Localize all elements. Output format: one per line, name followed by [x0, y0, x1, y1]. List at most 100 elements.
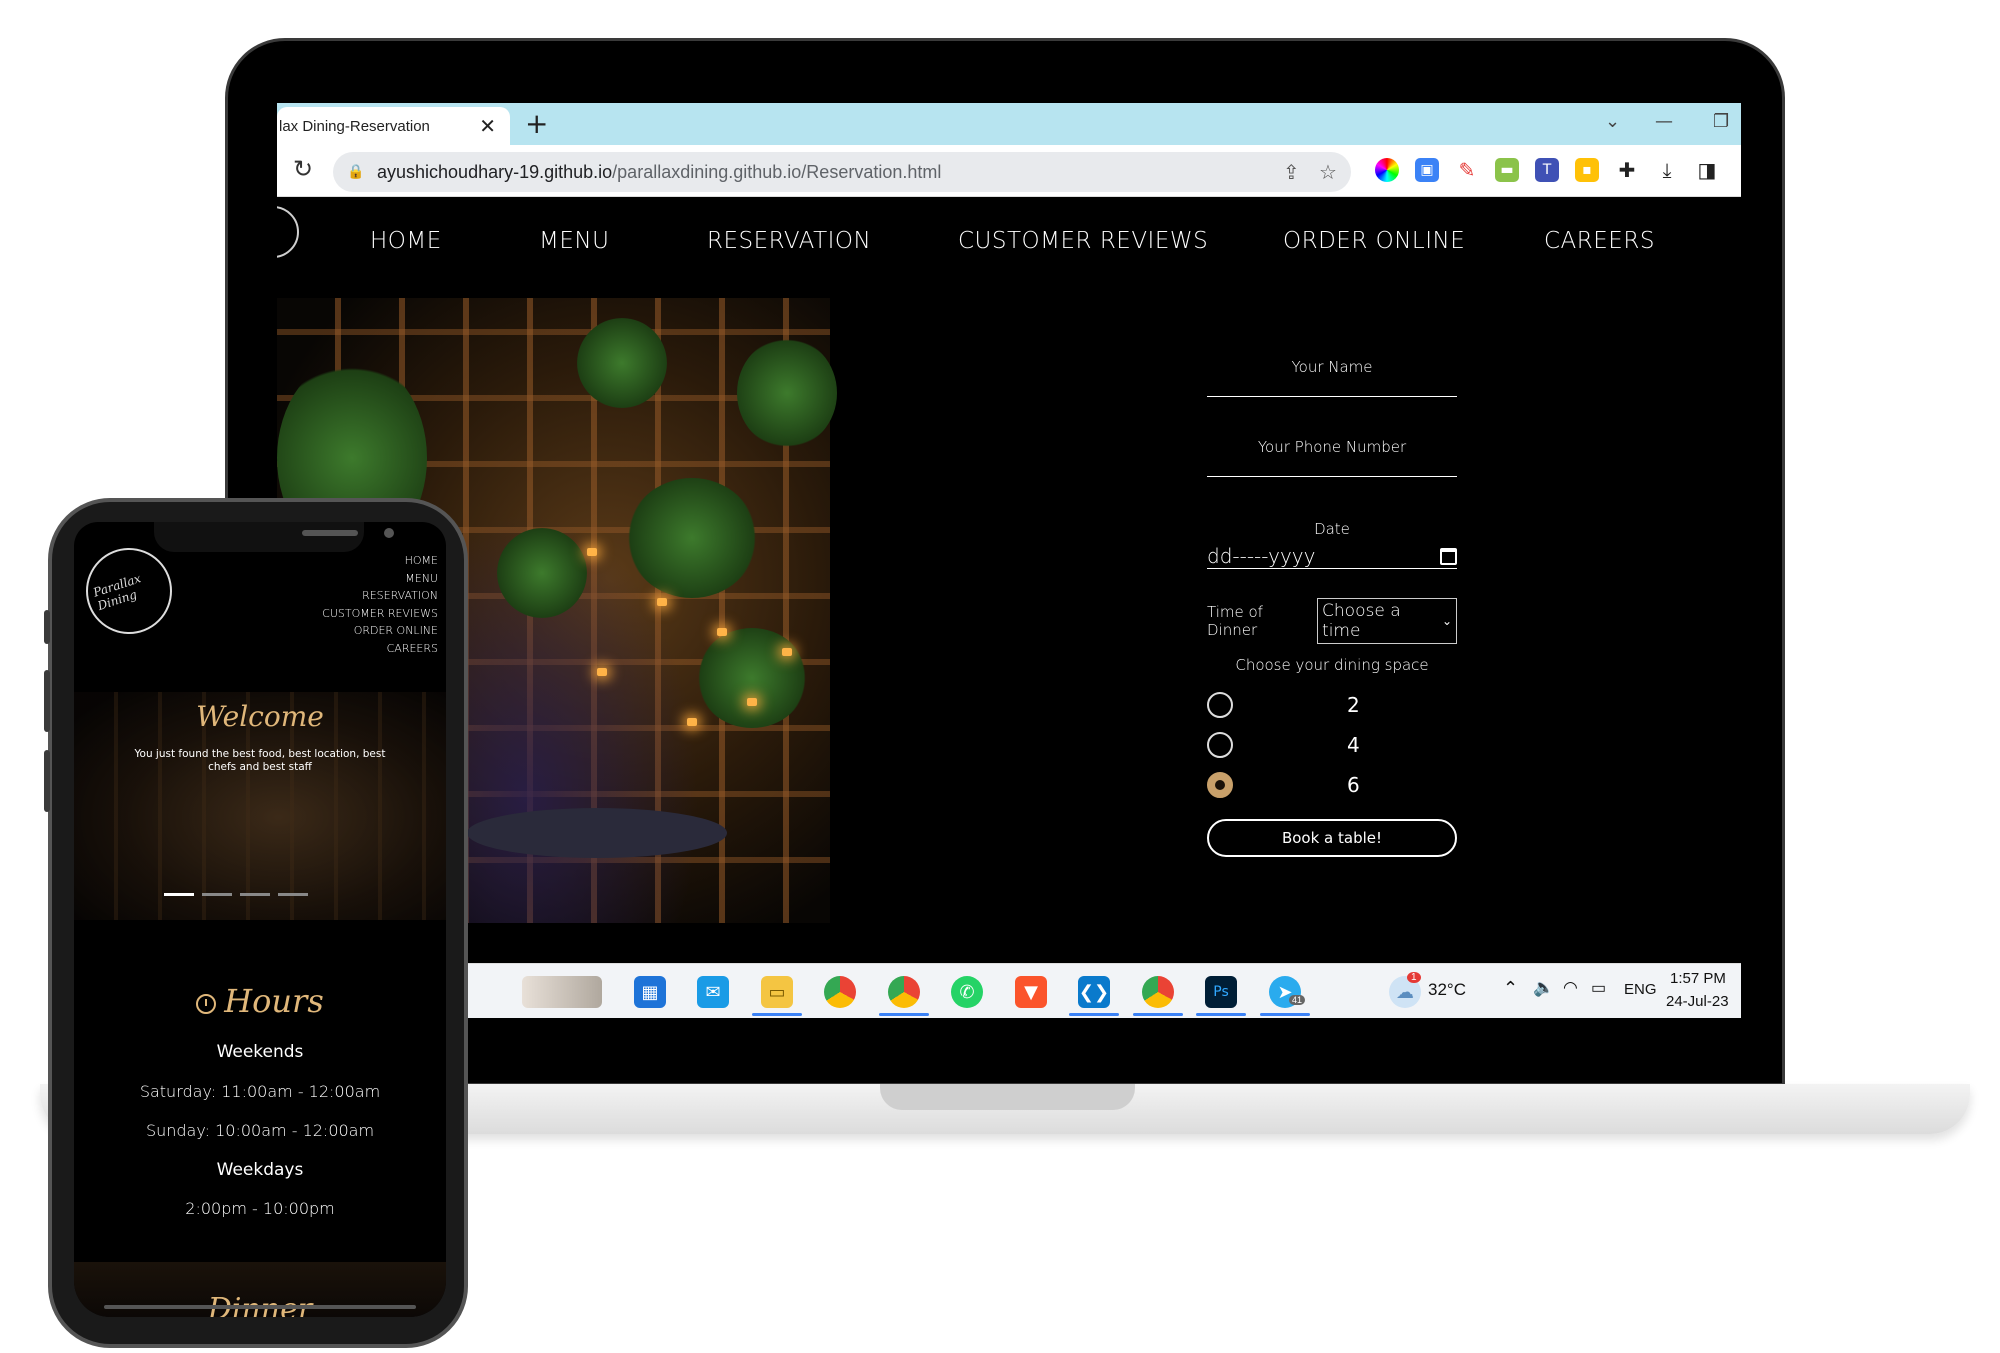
- date-input[interactable]: dd-----yyyy: [1207, 544, 1457, 568]
- side-panel-icon[interactable]: ◨: [1695, 158, 1719, 182]
- mail-icon[interactable]: ✉: [697, 976, 729, 1008]
- lock-icon: 🔒: [347, 164, 365, 180]
- radio-label: 4: [1347, 733, 1360, 757]
- clock-date[interactable]: 24-Jul-23: [1666, 993, 1729, 1010]
- weekends-label: Weekends: [216, 1042, 304, 1062]
- extensions-puzzle-icon[interactable]: ✚: [1615, 158, 1639, 182]
- radio-button[interactable]: [1207, 732, 1233, 758]
- telegram-badge: 41: [1289, 995, 1306, 1005]
- store-icon[interactable]: ▦: [634, 976, 666, 1008]
- chevron-down-icon: ⌄: [1441, 614, 1452, 628]
- keep-extension-icon[interactable]: ▪: [1575, 158, 1599, 182]
- phone-nav-careers[interactable]: CAREERS: [322, 640, 438, 658]
- calendar-icon[interactable]: [1440, 547, 1457, 565]
- radio-option-4[interactable]: 4: [1207, 725, 1457, 765]
- weather-badge: 1: [1407, 972, 1421, 983]
- saturday-hours: Saturday: 11:00am - 12:00am: [139, 1082, 381, 1101]
- slider-indicators[interactable]: [164, 893, 308, 896]
- phone-hero-slider[interactable]: Welcome You just found the best food, be…: [74, 692, 446, 920]
- time-label: Time of Dinner: [1207, 603, 1263, 639]
- photoshop-icon[interactable]: Ps: [1205, 976, 1237, 1008]
- date-label: Date: [1314, 520, 1350, 538]
- radio-option-2[interactable]: 2: [1207, 685, 1457, 725]
- book-table-button[interactable]: Book a table!: [1207, 819, 1457, 857]
- home-indicator[interactable]: [104, 1305, 416, 1309]
- chevron-down-icon[interactable]: ⌄: [1605, 111, 1620, 132]
- phone-side-button: [44, 670, 50, 732]
- radio-option-6[interactable]: 6: [1207, 765, 1457, 805]
- phone-nav-menu[interactable]: MENU: [322, 570, 438, 588]
- nav-reservation[interactable]: RESERVATION: [707, 228, 871, 254]
- language-indicator[interactable]: ENG: [1624, 981, 1657, 998]
- pen-extension-icon[interactable]: ✎: [1455, 158, 1479, 182]
- phone-field[interactable]: Your Phone Number: [1207, 438, 1457, 477]
- dining-space-label: Choose your dining space: [1235, 656, 1429, 674]
- browser-tabbar: lax Dining-Reservation ✕ + ⌄ — ❐: [277, 103, 1741, 145]
- welcome-heading: Welcome: [196, 700, 324, 733]
- windows-taskbar: ▦ ✉ ▭ ✆ ▼ ❮❯ Ps ➤ 41 ☁ 1 32°C ⌃ 🔈 ◠ ▭ EN…: [277, 963, 1741, 1018]
- weekdays-label: Weekdays: [216, 1160, 304, 1180]
- site-logo[interactable]: [277, 206, 299, 258]
- speaker-icon[interactable]: 🔈: [1533, 978, 1554, 998]
- battery-icon[interactable]: ▭: [1591, 978, 1606, 998]
- weather-temp[interactable]: 32°C: [1428, 980, 1466, 1000]
- clock-time[interactable]: 1:57 PM: [1670, 970, 1726, 987]
- translate-extension-icon[interactable]: T: [1535, 158, 1559, 182]
- nav-careers[interactable]: CAREERS: [1544, 228, 1655, 254]
- url-text: ayushichoudhary-19.github.io/parallaxdin…: [377, 162, 941, 183]
- restore-icon[interactable]: ❐: [1713, 111, 1729, 132]
- phone-nav-order-online[interactable]: ORDER ONLINE: [322, 622, 438, 640]
- tab-title: lax Dining-Reservation: [279, 117, 430, 135]
- download-icon[interactable]: ⤓: [1655, 158, 1679, 182]
- phone-nav-customer-reviews[interactable]: CUSTOMER REVIEWS: [322, 605, 438, 623]
- reload-icon[interactable]: ↻: [293, 155, 313, 183]
- radio-button-selected[interactable]: [1207, 772, 1233, 798]
- weekdays-hours: 2:00pm - 10:00pm: [185, 1199, 335, 1218]
- share-icon[interactable]: ⇪: [1283, 160, 1300, 184]
- phone-screen: Parallax Dining HOME MENU RESERVATION CU…: [74, 522, 446, 1317]
- time-select[interactable]: Choose a time ⌄: [1317, 598, 1457, 644]
- color-picker-extension-icon[interactable]: [1375, 158, 1399, 182]
- chrome-profile-icon[interactable]: [824, 976, 856, 1008]
- phone-side-button: [44, 610, 50, 644]
- phone-side-button: [44, 750, 50, 812]
- phone-notch: [154, 522, 394, 552]
- new-tab-button[interactable]: +: [525, 107, 548, 140]
- nav-menu[interactable]: MENU: [539, 228, 609, 254]
- url-path: /parallaxdining.github.io/Reservation.ht…: [612, 161, 942, 182]
- name-field[interactable]: Your Name: [1207, 358, 1457, 397]
- minimize-icon[interactable]: —: [1655, 111, 1673, 132]
- phone-nav: HOME MENU RESERVATION CUSTOMER REVIEWS O…: [322, 552, 438, 657]
- website: HOME MENU RESERVATION CUSTOMER REVIEWS O…: [277, 198, 1741, 963]
- hours-title-text: Hours: [224, 982, 324, 1020]
- phone-site-logo[interactable]: Parallax Dining: [86, 548, 172, 634]
- brave-icon[interactable]: ▼: [1015, 976, 1047, 1008]
- radio-label: 2: [1347, 693, 1360, 717]
- vscode-icon[interactable]: ❮❯: [1078, 976, 1110, 1008]
- close-icon[interactable]: ✕: [479, 114, 496, 138]
- notes-extension-icon[interactable]: ▬: [1495, 158, 1519, 182]
- clock-icon: [196, 993, 217, 1014]
- laptop-screen: lax Dining-Reservation ✕ + ⌄ — ❐ ↻ 🔒 ayu…: [277, 103, 1741, 1018]
- phone-nav-home[interactable]: HOME: [322, 552, 438, 570]
- whatsapp-icon[interactable]: ✆: [951, 976, 983, 1008]
- phone-nav-reservation[interactable]: RESERVATION: [322, 587, 438, 605]
- star-icon[interactable]: ☆: [1319, 160, 1337, 184]
- address-bar[interactable]: 🔒 ayushichoudhary-19.github.io/parallaxd…: [333, 152, 1351, 192]
- chrome-active-icon[interactable]: [888, 976, 920, 1008]
- hours-heading: Hours: [74, 982, 446, 1020]
- chrome-icon[interactable]: [1142, 976, 1174, 1008]
- file-explorer-icon[interactable]: ▭: [761, 976, 793, 1008]
- date-value: dd-----yyyy: [1207, 544, 1316, 568]
- chevron-up-icon[interactable]: ⌃: [1503, 978, 1518, 999]
- nav-home[interactable]: HOME: [370, 228, 442, 254]
- nav-customer-reviews[interactable]: CUSTOMER REVIEWS: [958, 228, 1208, 254]
- sunday-hours: Sunday: 10:00am - 12:00am: [145, 1121, 375, 1140]
- wifi-icon[interactable]: ◠: [1563, 978, 1578, 998]
- browser-tab[interactable]: lax Dining-Reservation ✕: [277, 107, 510, 145]
- browser-toolbar: ↻ 🔒 ayushichoudhary-19.github.io/paralla…: [277, 145, 1741, 197]
- desktop-preview-icon[interactable]: [522, 976, 602, 1008]
- nav-order-online[interactable]: ORDER ONLINE: [1283, 228, 1465, 254]
- screen-capture-extension-icon[interactable]: ▣: [1415, 158, 1439, 182]
- radio-button[interactable]: [1207, 692, 1233, 718]
